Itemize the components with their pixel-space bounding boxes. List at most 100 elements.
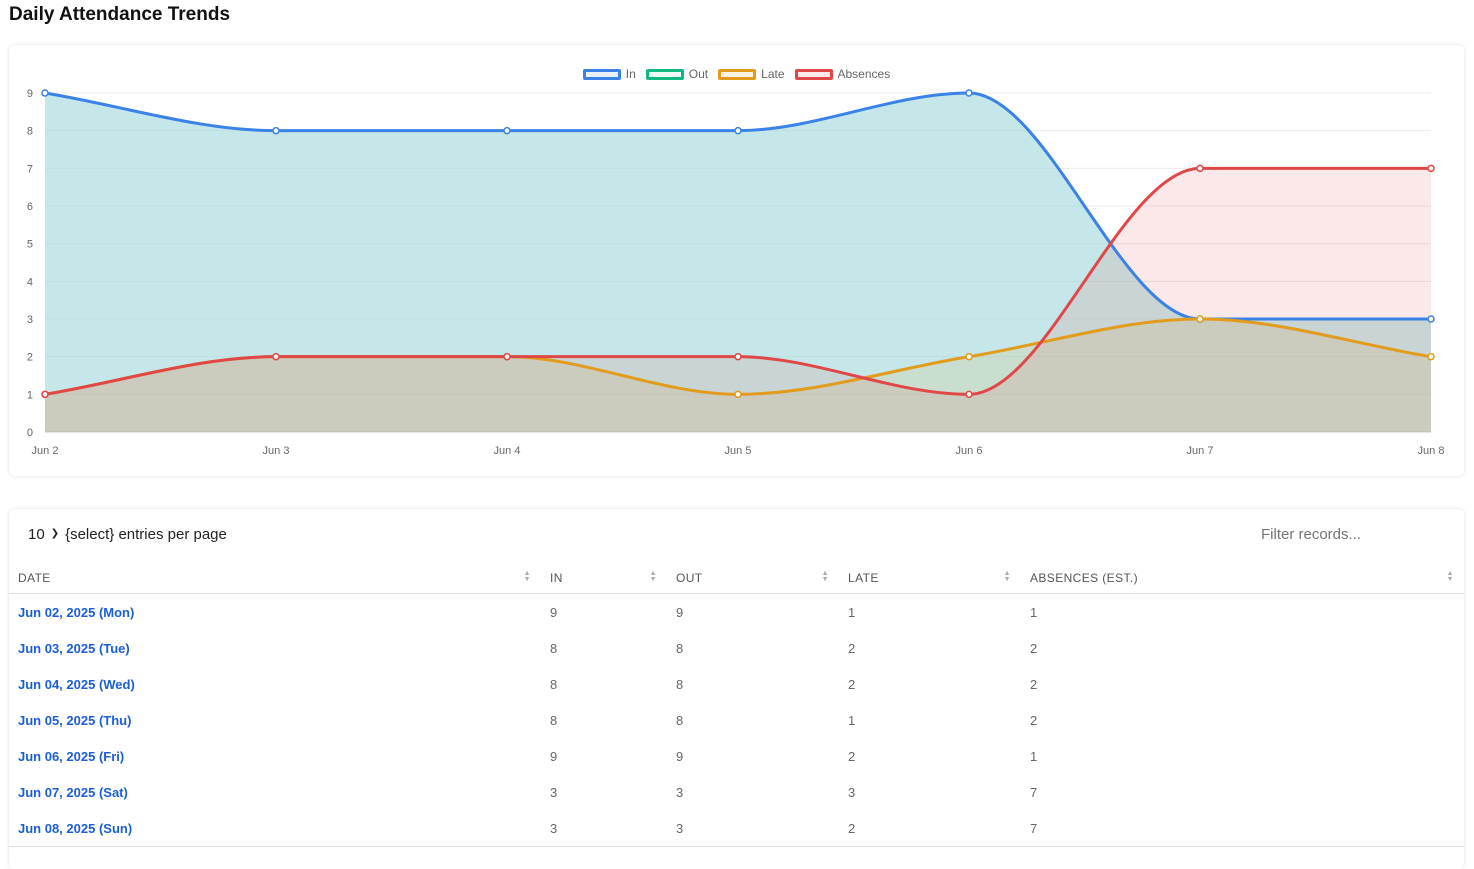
data-point [965, 390, 973, 399]
table-row: Jun 06, 2025 (Fri) 9 9 2 1 [9, 738, 1464, 774]
out-cell: 9 [676, 604, 684, 620]
y-tick-label: 5 [27, 239, 33, 251]
x-tick-label: Jun 7 [1187, 445, 1214, 457]
x-tick-label: Jun 2 [32, 445, 59, 457]
y-tick-label: 2 [27, 352, 33, 364]
date-link[interactable]: Jun 07, 2025 (Sat) [18, 785, 128, 800]
y-tick-label: 0 [27, 427, 33, 439]
sort-icon: ▲ ▼ [1446, 570, 1454, 583]
table-header-row: DATE ▲ ▼ IN ▲ ▼ OUT ▲ ▼ LATE ▲ ▼ ABSENCES (EST.)… [9, 563, 1464, 594]
y-tick-label: 3 [27, 314, 33, 326]
in-cell: 8 [550, 640, 558, 656]
records-table: DATE ▲ ▼ IN ▲ ▼ OUT ▲ ▼ LATE ▲ ▼ ABSENCES (EST.)… [9, 563, 1464, 847]
column-label: ABSENCES (EST.) [1030, 571, 1139, 585]
page-size-value: 10 [28, 526, 45, 543]
data-point [273, 128, 279, 134]
sort-icon: ▲ ▼ [821, 570, 829, 583]
absences-cell: 1 [1030, 748, 1038, 764]
x-tick-label: Jun 5 [725, 445, 752, 457]
date-cell: Jun 02, 2025 (Mon) [9, 594, 541, 631]
column-header-date[interactable]: DATE ▲ ▼ [9, 563, 541, 594]
absences-cell: 1 [1030, 604, 1038, 620]
table-row: Jun 04, 2025 (Wed) 8 8 2 2 [9, 666, 1464, 702]
table-row: Jun 03, 2025 (Tue) 8 8 2 2 [9, 630, 1464, 666]
absences-cell: 7 [1030, 784, 1038, 800]
data-point [965, 352, 973, 361]
y-tick-label: 8 [27, 126, 33, 138]
late-cell: 3 [848, 784, 856, 800]
column-header-in[interactable]: IN ▲ ▼ [541, 563, 667, 594]
data-point [1428, 316, 1434, 322]
late-cell: 2 [839, 810, 1021, 847]
filter-input[interactable] [1261, 526, 1451, 543]
page-size-select[interactable]: 10 ❯ [28, 526, 59, 543]
absences-cell: 2 [1030, 712, 1038, 728]
out-cell: 9 [676, 748, 684, 764]
y-tick-label: 9 [27, 88, 33, 100]
date-link[interactable]: Jun 06, 2025 (Fri) [18, 749, 124, 764]
data-point [41, 390, 49, 399]
date-link[interactable]: Jun 02, 2025 (Mon) [18, 605, 134, 620]
y-tick-label: 7 [27, 163, 33, 175]
date-cell: Jun 08, 2025 (Sun) [9, 810, 541, 847]
column-label: DATE [18, 571, 51, 585]
late-cell: 1 [848, 712, 856, 728]
page-size-label: {select} entries per page [65, 526, 227, 543]
date-cell: Jun 04, 2025 (Wed) [9, 666, 541, 702]
sort-icon: ▲ ▼ [1003, 570, 1011, 583]
date-cell: Jun 03, 2025 (Tue) [9, 630, 541, 666]
y-tick-label: 6 [27, 201, 33, 213]
date-cell: Jun 05, 2025 (Thu) [9, 702, 541, 738]
out-cell: 3 [676, 784, 684, 800]
y-tick-label: 4 [27, 276, 33, 288]
y-tick-label: 1 [27, 389, 33, 401]
absences-cell: 7 [1021, 810, 1464, 847]
sort-icon: ▲ ▼ [649, 570, 657, 583]
table-row: Jun 05, 2025 (Thu) 8 8 1 2 [9, 702, 1464, 738]
data-point [1196, 315, 1204, 323]
in-cell: 9 [550, 748, 558, 764]
date-cell: Jun 07, 2025 (Sat) [9, 774, 541, 810]
data-point [503, 352, 511, 361]
column-header-absences[interactable]: ABSENCES (EST.) ▲ ▼ [1021, 563, 1464, 594]
in-cell: 3 [550, 784, 558, 800]
x-tick-label: Jun 6 [956, 445, 983, 457]
data-point [734, 390, 742, 399]
column-header-late[interactable]: LATE ▲ ▼ [839, 563, 1021, 594]
page-title: Daily Attendance Trends [9, 4, 231, 25]
table-row: Jun 07, 2025 (Sat) 3 3 3 7 [9, 774, 1464, 810]
out-cell: 8 [676, 640, 684, 656]
chevron-down-icon: ❯ [50, 528, 60, 539]
table-row: Jun 02, 2025 (Mon) 9 9 1 1 [9, 594, 1464, 631]
late-cell: 1 [848, 604, 856, 620]
data-point [1427, 164, 1435, 173]
in-cell: 8 [550, 676, 558, 692]
page-size-control: 10 ❯ {select} entries per page [28, 526, 227, 543]
late-cell: 2 [848, 748, 856, 764]
data-point [1427, 352, 1435, 361]
date-link[interactable]: Jun 05, 2025 (Thu) [18, 713, 131, 728]
late-cell: 2 [848, 676, 856, 692]
out-cell: 8 [676, 676, 684, 692]
x-tick-label: Jun 8 [1418, 445, 1445, 457]
data-point [1196, 164, 1204, 173]
chart-card: In Out Late Absences 0 1 2 3 4 5 6 7 8 9 Jun 2 Jun … [9, 45, 1464, 476]
x-tick-label: Jun 3 [263, 445, 290, 457]
column-label: IN [550, 571, 563, 585]
column-label: OUT [676, 571, 703, 585]
in-cell: 3 [541, 810, 667, 847]
date-link[interactable]: Jun 08, 2025 (Sun) [18, 821, 132, 836]
x-tick-label: Jun 4 [494, 445, 521, 457]
date-link[interactable]: Jun 03, 2025 (Tue) [18, 641, 130, 656]
data-point [734, 352, 742, 361]
date-cell: Jun 06, 2025 (Fri) [9, 738, 541, 774]
attendance-chart: 0 1 2 3 4 5 6 7 8 9 Jun 2 Jun 3 Jun 4 Jun 5 Jun 6 Jun 7… [27, 88, 1445, 457]
column-header-out[interactable]: OUT ▲ ▼ [667, 563, 839, 594]
data-point [504, 128, 510, 134]
date-link[interactable]: Jun 04, 2025 (Wed) [18, 677, 135, 692]
table-row: Jun 08, 2025 (Sun) 3 3 2 7 [9, 810, 1464, 847]
in-cell: 9 [550, 604, 558, 620]
in-cell: 8 [550, 712, 558, 728]
data-point [272, 352, 280, 361]
absences-cell: 2 [1030, 640, 1038, 656]
